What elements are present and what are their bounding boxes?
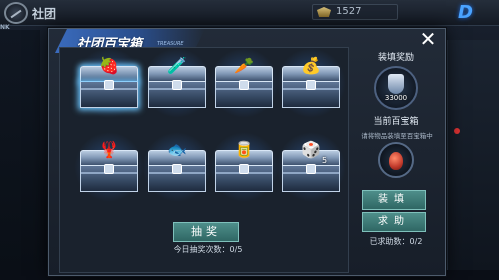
carrot-icon: 🥕: [234, 55, 254, 75]
chest-quantity: 5: [322, 156, 328, 165]
fill-item-slot[interactable]: [378, 142, 414, 178]
reward-panel: 装填奖励 33000 当前百宝箱 请将物品装填至百宝箱中 装填 求助 已求助数：…: [358, 46, 434, 256]
left-tag: NK: [0, 24, 10, 31]
current-box-label: 当前百宝箱: [373, 117, 419, 127]
lock-icon: [172, 80, 182, 90]
potion-icon: 🧪: [167, 55, 187, 75]
background-left-panel: [0, 30, 40, 270]
fill-hint: 请将物品装填至百宝箱中: [361, 132, 433, 140]
chest-slot-4[interactable]: 💰: [276, 48, 346, 118]
can-icon: 🥫: [234, 139, 254, 159]
chest-slot-2[interactable]: 🧪: [142, 48, 212, 118]
reward-title: 装填奖励: [377, 53, 414, 63]
background-right-panel: [447, 40, 499, 270]
help-count: 已求助数：0/2: [369, 237, 423, 246]
lock-icon: [104, 164, 114, 174]
money-bag-icon: 💰: [301, 55, 321, 75]
club-emblem-icon[interactable]: [4, 2, 28, 24]
page-title: 社团: [32, 7, 57, 21]
lock-icon: [306, 80, 316, 90]
chest-slot-3[interactable]: 🥕: [209, 48, 279, 118]
game-logo-icon: D: [458, 2, 473, 23]
chest-slot-1[interactable]: 🍓: [74, 48, 144, 118]
daily-draw-count: 今日抽奖次数：0/5: [173, 245, 243, 254]
notification-dot: [454, 128, 460, 134]
silver-token-icon: [388, 74, 404, 94]
reward-slot[interactable]: 33000: [374, 66, 418, 110]
lock-icon: [172, 164, 182, 174]
currency-icon: [317, 7, 331, 17]
lock-icon: [239, 164, 249, 174]
lock-icon: [306, 164, 316, 174]
help-button[interactable]: 求助: [362, 212, 426, 232]
strawberry-icon: 🍓: [99, 55, 119, 75]
fill-button[interactable]: 装填: [362, 190, 426, 210]
draw-button[interactable]: 抽奖: [173, 222, 239, 242]
strawberry-icon: [389, 152, 403, 170]
lock-icon: [104, 80, 114, 90]
reward-value: 33000: [384, 94, 408, 102]
chest-slot-7[interactable]: 🥫: [209, 132, 279, 202]
currency-value: 1527: [336, 6, 362, 17]
chest-slot-8[interactable]: 🎲 5: [276, 132, 346, 202]
crab-food-icon: 🦞: [99, 139, 119, 159]
currency-display: 1527: [312, 4, 398, 20]
top-bar: NK 社团 1527 D: [0, 0, 499, 31]
chest-slot-6[interactable]: 🐟: [142, 132, 212, 202]
chest-slot-5[interactable]: 🦞: [74, 132, 144, 202]
fish-icon: 🐟: [167, 139, 187, 159]
lock-icon: [239, 80, 249, 90]
